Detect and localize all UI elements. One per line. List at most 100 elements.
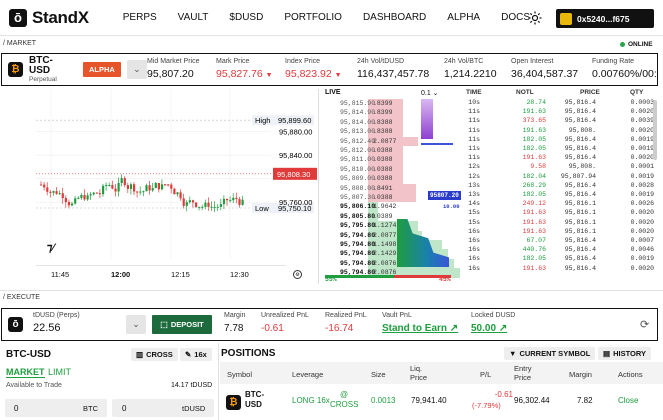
ask-row[interactable]: 95,814.00.8388 bbox=[323, 117, 453, 128]
high-label: High bbox=[255, 116, 270, 125]
trade-cell: 191.63 bbox=[522, 264, 546, 272]
trade-cell: 95,816.1 bbox=[564, 209, 596, 217]
orderbook-price: 95,794.80 bbox=[340, 231, 376, 239]
trades-scrollbar[interactable] bbox=[653, 100, 657, 160]
candle-body bbox=[142, 191, 145, 193]
candle-body bbox=[133, 184, 136, 192]
orderbook-size: .0388 bbox=[373, 165, 393, 173]
deposit-button[interactable]: ⬚ DEPOSIT bbox=[152, 315, 212, 334]
trade-row: 16s 440.76 95,816.4 0.0046 bbox=[458, 246, 656, 255]
account-balance: 22.56 bbox=[33, 322, 61, 334]
candle-body bbox=[154, 182, 157, 189]
ask-row[interactable]: 95,811.00.0388 bbox=[323, 155, 453, 165]
filter-icon: ▼ bbox=[509, 349, 517, 358]
ask-row[interactable]: 95,812.00.0388 bbox=[323, 146, 453, 156]
brand-logo[interactable]: ō StandX bbox=[9, 8, 89, 28]
trade-cell: 182.05 bbox=[522, 135, 546, 143]
trade-cell: 191.63 bbox=[522, 209, 546, 217]
ask-row[interactable]: 95,812.40 2.0877 bbox=[323, 136, 453, 146]
candle-body bbox=[219, 204, 222, 207]
trade-cell: 0.0019 bbox=[630, 255, 654, 263]
trade-row: 13s 182.05 95,816.4 0.0019 bbox=[458, 191, 656, 200]
candle-body bbox=[139, 191, 142, 193]
market-dropdown-chevron-icon[interactable]: ⌄ bbox=[126, 60, 147, 79]
stat-mark-price: Mark Price 95,827.76 ▼ bbox=[216, 58, 273, 80]
bid-row[interactable]: 95,806.10 1.9642 bbox=[323, 202, 453, 212]
cost-input[interactable]: 0 tDUSD bbox=[112, 399, 214, 417]
orderbook-step-select[interactable]: 0.1 ⌄ bbox=[421, 89, 439, 97]
tab-market[interactable]: MARKET bbox=[6, 367, 45, 378]
stat-margin: Margin 7.78 bbox=[224, 312, 246, 334]
wallet-icon bbox=[560, 12, 572, 25]
bid-row[interactable]: 95,795.80 1.1274 bbox=[323, 221, 453, 231]
trade-cell: 191.63 bbox=[522, 108, 546, 116]
theme-toggle-sun-icon[interactable] bbox=[528, 11, 542, 25]
trade-cell: 0.0019 bbox=[630, 135, 654, 143]
down-arrow-icon: ▼ bbox=[265, 72, 273, 79]
margin-mode-button[interactable]: ▥ CROSS bbox=[131, 348, 178, 361]
position-symbol[interactable]: BTC-USD bbox=[245, 390, 269, 410]
position-margin-mode: @ CROSS bbox=[330, 390, 359, 409]
trade-cell: 95,816.4 bbox=[564, 145, 596, 152]
ask-row[interactable]: 95,810.00.0388 bbox=[323, 164, 453, 175]
trade-cell: 16s bbox=[468, 255, 480, 263]
nav-dusd[interactable]: $DUSD bbox=[229, 12, 263, 23]
candle-body bbox=[102, 185, 105, 195]
candle-body bbox=[95, 192, 98, 194]
bid-row[interactable]: 95,794.80 1.1498 bbox=[323, 240, 453, 250]
stat-vault-pnl[interactable]: Vault PnL Stand to Earn ↗ bbox=[382, 312, 458, 334]
account-dropdown-chevron-icon[interactable]: ⌄ bbox=[126, 315, 146, 334]
trade-cell: 95,808. bbox=[568, 163, 596, 171]
stat-locked-dusd[interactable]: Locked DUSD 50.00 ↗ bbox=[471, 312, 515, 334]
trade-cell: 0.0046 bbox=[630, 246, 654, 254]
trade-row: 11s 191.63 95,816.4 0.0020 bbox=[458, 108, 656, 117]
refresh-icon[interactable]: ⟳ bbox=[640, 318, 649, 331]
chart-settings-icon[interactable]: ⚙ bbox=[293, 270, 302, 279]
candle-body bbox=[160, 184, 164, 190]
nav-portfolio[interactable]: PORTFOLIO bbox=[284, 12, 342, 23]
ask-row[interactable]: 95,815.90.8399 bbox=[323, 99, 453, 109]
chart-time-axis: 11:45 12:00 12:15 12:30 bbox=[36, 270, 318, 282]
history-button[interactable]: ▤ HISTORY bbox=[598, 347, 652, 360]
market-symbol-block[interactable]: BTC-USD Perpetual bbox=[29, 56, 59, 84]
stat-open-interest: Open Interest 36,404,587.37 bbox=[511, 58, 579, 80]
price-chart[interactable]: High 95,899.60Low 95,750.1095,880.0095,840… bbox=[36, 89, 318, 272]
ask-row[interactable]: 95,809.00.0388 bbox=[323, 174, 453, 184]
quantity-input[interactable]: 0 BTC bbox=[5, 399, 107, 417]
bid-row[interactable]: 95,794.80 2.0877 bbox=[323, 230, 453, 240]
trade-cell: 11s bbox=[468, 145, 480, 152]
bid-row[interactable]: 95,805.80.0389 bbox=[323, 211, 453, 222]
trade-cell: 28.74 bbox=[526, 99, 546, 106]
trade-cell: 0.0020 bbox=[630, 227, 654, 235]
external-link-icon: ↗ bbox=[449, 323, 459, 334]
nav-perps[interactable]: PERPS bbox=[123, 12, 157, 23]
nav-vault[interactable]: VAULT bbox=[178, 12, 209, 23]
ask-row[interactable]: 95,813.00.8388 bbox=[323, 127, 453, 137]
tab-limit[interactable]: LIMIT bbox=[48, 367, 71, 377]
top-nav: ō StandX PERPS VAULT $DUSD PORTFOLIO DAS… bbox=[0, 0, 663, 36]
current-symbol-filter[interactable]: ▼ CURRENT SYMBOL bbox=[504, 347, 596, 360]
position-leverage: LONG 16x bbox=[292, 396, 330, 405]
nav-alpha[interactable]: ALPHA bbox=[447, 12, 480, 23]
candle-body bbox=[117, 182, 120, 192]
mid-price-tag: 95807.20 bbox=[428, 191, 461, 200]
trade-row: 11s 182.05 95,816.4 0.0019 bbox=[458, 145, 656, 154]
trade-cell: 16s bbox=[468, 246, 480, 254]
ask-row[interactable]: 95,814.90.8399 bbox=[323, 108, 453, 118]
leverage-button[interactable]: ✎ 16x bbox=[180, 348, 212, 361]
down-arrow-icon: ▼ bbox=[334, 72, 342, 79]
trade-cell: 191.63 bbox=[522, 126, 546, 134]
nav-docs[interactable]: DOCS bbox=[501, 12, 530, 23]
nav-dashboard[interactable]: DASHBOARD bbox=[363, 12, 426, 23]
online-dot-icon bbox=[620, 42, 625, 47]
close-position-button[interactable]: Close bbox=[618, 396, 638, 405]
wallet-button[interactable]: 0x5240...f675 bbox=[556, 9, 654, 28]
candle-body bbox=[61, 193, 64, 199]
standx-logo-icon: ō bbox=[9, 8, 27, 27]
price-tick: 95,880.00 bbox=[279, 128, 312, 137]
orderbook-size: 1.9642 bbox=[373, 203, 397, 211]
depth-line bbox=[421, 143, 453, 145]
trade-cell: 14s bbox=[468, 200, 480, 208]
candle-body bbox=[157, 182, 160, 190]
trade-cell: 373.65 bbox=[522, 117, 546, 125]
